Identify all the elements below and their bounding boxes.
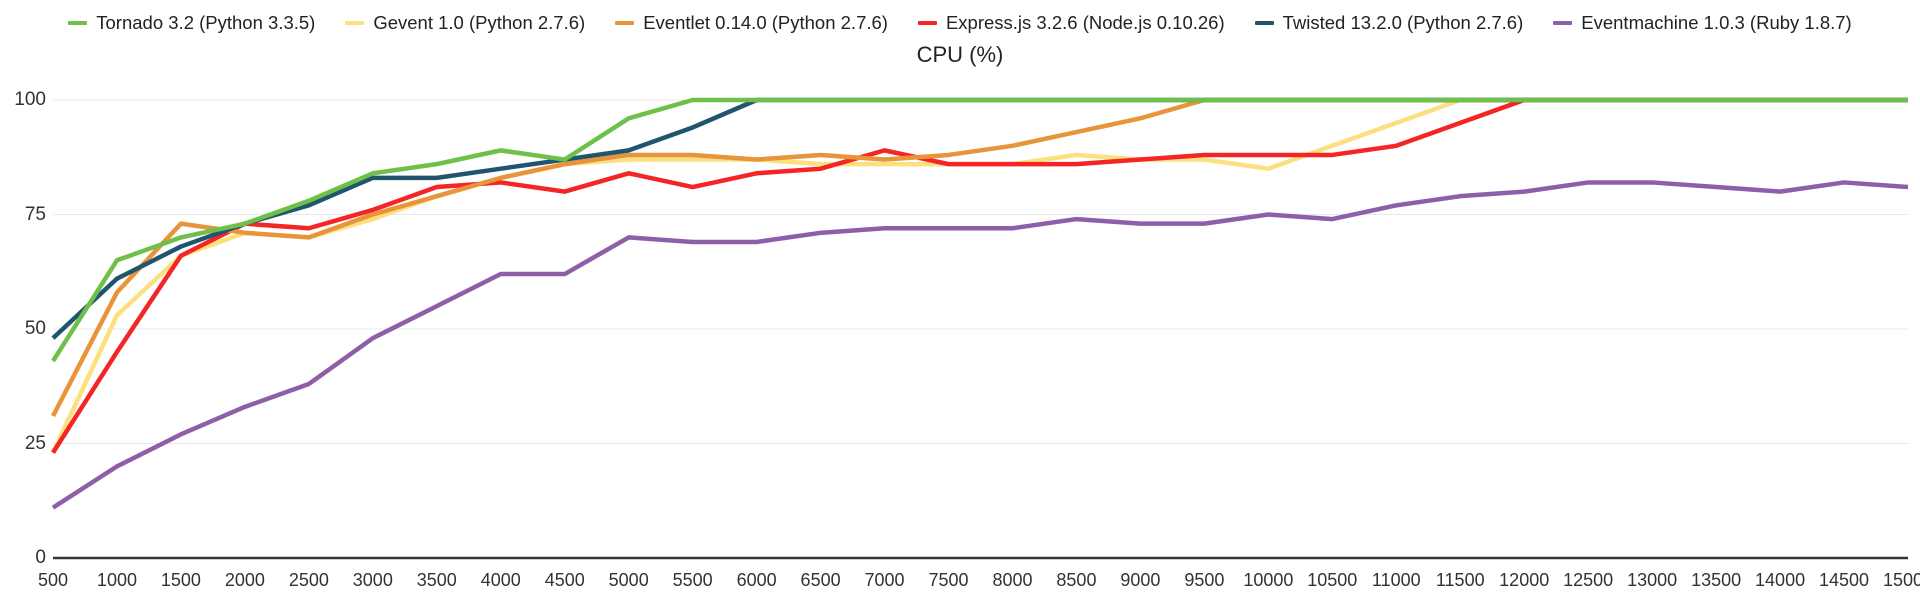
y-tick-label: 50	[24, 318, 46, 339]
series-lines	[50, 97, 1909, 510]
x-tick-label: 4000	[480, 570, 521, 590]
x-tick-label: 14500	[1819, 570, 1870, 590]
x-tick-label: 10000	[1243, 570, 1294, 590]
x-tick-label: 5000	[608, 570, 649, 590]
x-tick-label: 12500	[1563, 570, 1614, 590]
x-tick-label: 2000	[224, 570, 265, 590]
x-tick-label: 4500	[544, 570, 585, 590]
x-tick-label: 7500	[928, 570, 969, 590]
x-tick-label: 15000	[1882, 570, 1920, 590]
plot-area: 0 25 50 75 100 500 1000 1500 2000 2500 3000 3500 40…	[0, 0, 1920, 616]
x-tick-label: 7000	[864, 570, 905, 590]
series-line	[51, 97, 1908, 340]
x-tick-label: 13000	[1627, 570, 1678, 590]
x-tick-label: 2500	[288, 570, 329, 590]
series-line	[51, 97, 1908, 454]
series-line	[50, 97, 1908, 454]
x-tick-label: 9500	[1184, 570, 1225, 590]
x-tick-label: 13500	[1691, 570, 1742, 590]
y-tick-label: 25	[24, 432, 46, 454]
x-tick-label: 9000	[1120, 570, 1161, 590]
y-tick-label: 100	[14, 89, 46, 110]
x-tick-label: 6000	[736, 570, 777, 590]
x-tick-label: 5500	[672, 570, 713, 590]
chart-container: Tornado 3.2 (Python 3.3.5) Gevent 1.0 (Py…	[0, 0, 1920, 616]
x-tick-label: 3500	[416, 570, 457, 590]
x-tick-label: 12000	[1499, 570, 1550, 590]
plot-svg	[50, 97, 1909, 560]
x-tick-label: 11500	[1435, 570, 1485, 590]
x-axis-labels: 500 1000 1500 2000 2500 3000 3500 4000 4500 5000 5…	[0, 570, 1920, 600]
x-tick-label: 14000	[1755, 570, 1806, 590]
x-tick-label: 11000	[1371, 570, 1421, 590]
x-tick-label: 10500	[1307, 570, 1358, 590]
y-axis-labels: 0 25 50 75 100	[0, 0, 46, 616]
y-tick-label: 75	[24, 203, 46, 225]
y-tick-label: 0	[35, 547, 46, 568]
x-tick-label: 8000	[992, 570, 1033, 590]
x-tick-label: 6500	[800, 570, 841, 590]
x-tick-label: 1500	[160, 570, 201, 590]
x-tick-label: 8500	[1056, 570, 1097, 590]
x-tick-label: 500	[37, 570, 69, 590]
x-tick-label: 1000	[96, 570, 137, 590]
x-tick-label: 3000	[352, 570, 393, 590]
